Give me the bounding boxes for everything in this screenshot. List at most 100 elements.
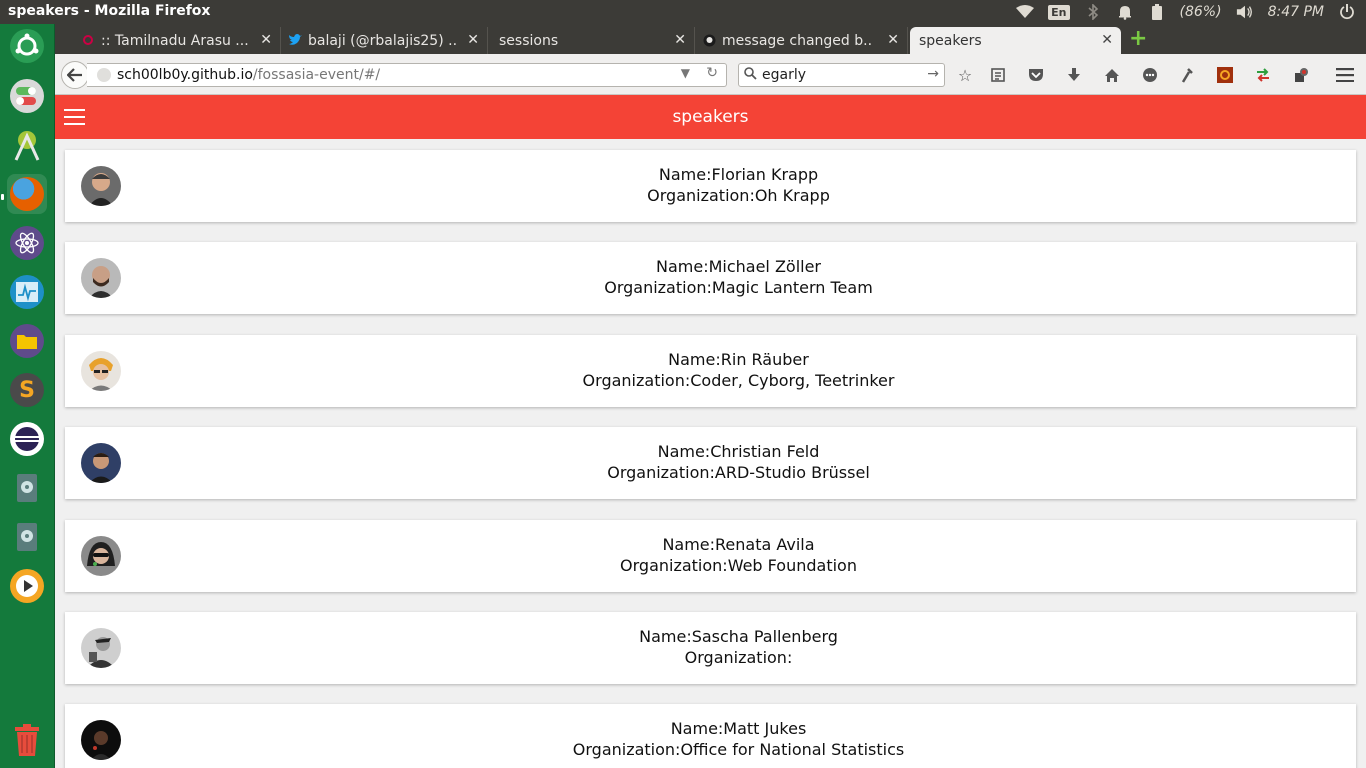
speaker-card[interactable]: Name:Rin Räuber Organization:Coder, Cybo… (65, 335, 1356, 407)
launcher-files[interactable] (7, 321, 47, 361)
speaker-name: Name:Renata Avila (662, 535, 815, 554)
speaker-name: Name:Michael Zöller (655, 257, 822, 276)
speaker-organization: Organization:Oh Krapp (647, 186, 830, 205)
browser-tab-bar: :: Tamilnadu Arasu ... ✕ balaji (@rbalaj… (55, 24, 1366, 54)
web-page: speakers Name:Florian Krapp Organization… (55, 95, 1366, 768)
reload-icon[interactable]: ↻ (706, 65, 718, 81)
trash-icon (10, 723, 44, 757)
menu-hamburger-icon[interactable] (1335, 65, 1355, 85)
speaker-info: Name:Christian Feld Organization:ARD-Stu… (65, 441, 1366, 483)
wifi-icon[interactable] (1016, 4, 1035, 20)
volume-icon[interactable] (1236, 4, 1254, 20)
developer-tools-icon[interactable] (1177, 65, 1197, 85)
power-settings-icon[interactable] (1338, 4, 1356, 20)
keyboard-language-indicator[interactable]: En (1048, 4, 1070, 20)
tab-speakers[interactable]: speakers ✕ (910, 27, 1121, 54)
search-go-icon[interactable]: → (927, 66, 939, 82)
speaker-organization: Organization:ARD-Studio Brüssel (607, 463, 870, 482)
launcher-eclipse[interactable] (7, 419, 47, 459)
android-studio-icon (10, 128, 44, 162)
tab-close-icon[interactable]: ✕ (260, 32, 272, 48)
chat-icon[interactable] (1140, 65, 1160, 85)
sublime-text-icon: S (10, 373, 44, 407)
firefox-icon (10, 177, 44, 211)
launcher-media-player[interactable] (7, 566, 47, 606)
speaker-card[interactable]: Name:Matt Jukes Organization:Office for … (65, 704, 1356, 768)
launcher-sublime-text[interactable]: S (7, 370, 47, 410)
speaker-organization: Organization:Magic Lantern Team (604, 278, 873, 297)
speaker-name: Name:Matt Jukes (670, 719, 807, 738)
clock[interactable]: 8:47 PM (1268, 4, 1324, 20)
extension-plugin-icon[interactable] (1291, 65, 1311, 85)
speaker-card[interactable]: Name:Sascha Pallenberg Organization: (65, 612, 1356, 684)
speaker-info: Name:Matt Jukes Organization:Office for … (65, 718, 1366, 760)
url-path: /fossasia-event/#/ (252, 67, 381, 83)
toggle-settings-icon (10, 79, 44, 113)
speaker-info: Name:Michael Zöller Organization:Magic L… (65, 256, 1366, 298)
tab-github[interactable]: message changed b... ✕ (696, 27, 908, 54)
launcher-android-studio[interactable] (7, 125, 47, 165)
tab-close-icon[interactable]: ✕ (674, 32, 686, 48)
twitter-icon (288, 33, 302, 47)
launcher: S (0, 24, 55, 768)
launcher-trash[interactable] (7, 720, 47, 760)
extension-ubuntu-icon[interactable] (1215, 65, 1235, 85)
navigation-toolbar: sch00lb0y.github.io/fossasia-event/#/ ▼ … (55, 54, 1366, 95)
tn-favicon-icon (81, 33, 95, 47)
bluetooth-icon[interactable] (1084, 4, 1102, 20)
tab-close-icon[interactable]: ✕ (887, 32, 899, 48)
github-icon (702, 33, 716, 47)
speaker-card[interactable]: Name:Christian Feld Organization:ARD-Stu… (65, 427, 1356, 499)
eclipse-icon (10, 422, 44, 456)
tab-twitter[interactable]: balaji (@rbalajis25) ... ✕ (282, 27, 488, 54)
launcher-settings-toggle[interactable] (7, 76, 47, 116)
launcher-atom[interactable] (7, 223, 47, 263)
app-header: speakers (55, 95, 1366, 139)
extension-sync-icon[interactable] (1253, 65, 1273, 85)
system-monitor-icon (10, 275, 44, 309)
url-bar[interactable]: sch00lb0y.github.io/fossasia-event/#/ ▼ … (87, 63, 727, 87)
folder-icon (10, 324, 44, 358)
tab-close-icon[interactable]: ✕ (467, 32, 479, 48)
tab-tamilnadu[interactable]: :: Tamilnadu Arasu ... ✕ (75, 27, 281, 54)
downloads-icon[interactable] (1064, 65, 1084, 85)
home-icon[interactable] (1102, 65, 1122, 85)
speaker-card[interactable]: Name:Michael Zöller Organization:Magic L… (65, 242, 1356, 314)
launcher-firefox[interactable] (7, 174, 47, 214)
system-top-bar: speakers - Mozilla Firefox En (86%) 8:47… (0, 0, 1366, 24)
ubuntu-logo-icon (10, 29, 44, 63)
pocket-icon[interactable] (1026, 65, 1046, 85)
back-button[interactable] (61, 61, 89, 89)
launcher-system-monitor[interactable] (7, 272, 47, 312)
speaker-organization: Organization:Coder, Cyborg, Teetrinker (582, 371, 895, 390)
drawer-menu-icon[interactable] (64, 109, 86, 125)
launcher-disk-app-2[interactable] (7, 517, 47, 557)
speaker-info: Name:Rin Räuber Organization:Coder, Cybo… (65, 349, 1366, 391)
disk-utility-icon (10, 471, 44, 505)
notification-bell-icon[interactable] (1116, 4, 1134, 20)
reading-list-icon[interactable] (988, 65, 1008, 85)
url-history-dropdown-icon[interactable]: ▼ (681, 66, 690, 80)
page-title: speakers (672, 107, 749, 127)
speaker-organization: Organization: (684, 648, 793, 667)
speaker-card[interactable]: Name:Renata Avila Organization:Web Found… (65, 520, 1356, 592)
tab-label: balaji (@rbalajis25) ... (308, 32, 458, 49)
bookmark-star-icon[interactable]: ☆ (955, 65, 975, 85)
launcher-dash-button[interactable] (7, 26, 47, 66)
tab-label: sessions (499, 32, 559, 49)
disk-utility-icon (10, 520, 44, 554)
speaker-card[interactable]: Name:Florian Krapp Organization:Oh Krapp (65, 150, 1356, 222)
new-tab-button[interactable]: + (1129, 28, 1147, 50)
tab-sessions[interactable]: sessions ✕ (489, 27, 695, 54)
tab-label: speakers (919, 32, 982, 49)
search-input[interactable]: egarly (762, 67, 806, 83)
tab-label: :: Tamilnadu Arasu ... (101, 32, 249, 49)
speaker-organization: Organization:Web Foundation (620, 556, 857, 575)
search-bar[interactable]: egarly → (738, 63, 945, 87)
back-arrow-icon (67, 68, 82, 82)
tab-close-icon[interactable]: ✕ (1101, 32, 1113, 48)
launcher-disk-app-1[interactable] (7, 468, 47, 508)
battery-icon[interactable] (1148, 4, 1166, 20)
site-identity-icon[interactable] (97, 68, 111, 82)
atom-editor-icon (10, 226, 44, 260)
